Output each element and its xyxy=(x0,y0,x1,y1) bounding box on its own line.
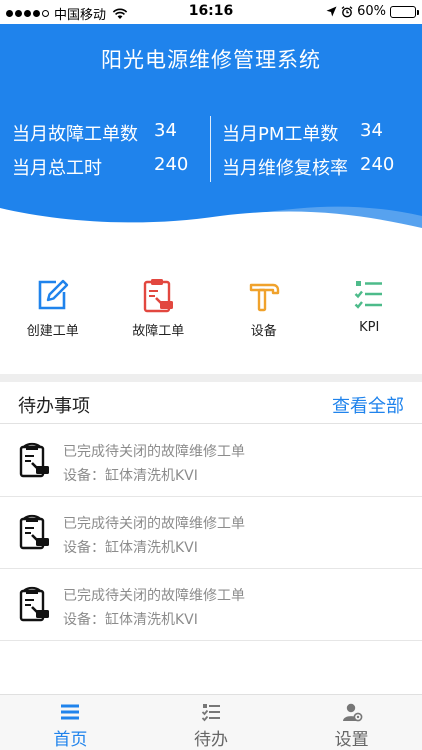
home-list-icon xyxy=(61,704,80,720)
app-title: 阳光电源维修管理系统 xyxy=(101,48,321,72)
status-bar: 中国移动 16:16 60% xyxy=(0,0,422,24)
tab-home[interactable]: 首页 xyxy=(0,695,141,750)
action-fault-orders[interactable]: 故障工单 xyxy=(106,276,212,360)
action-label: 设备 xyxy=(250,324,277,339)
stat-value: 240 xyxy=(154,154,189,175)
fault-order-icon xyxy=(19,586,49,622)
tab-label: 待办 xyxy=(194,730,228,750)
todo-item-title: 已完成待关闭的故障维修工单 xyxy=(63,516,245,532)
todo-item-title: 已完成待关闭的故障维修工单 xyxy=(63,444,245,460)
battery-percent: 60% xyxy=(357,4,386,19)
todo-list: 已完成待关闭的故障维修工单 设备：缸体清洗机KVI 已完成待关闭的故障维修工单 … xyxy=(0,425,422,641)
tab-label: 设置 xyxy=(334,730,369,750)
alarm-clock-icon xyxy=(341,5,353,17)
fault-order-icon xyxy=(19,514,49,550)
hammer-icon xyxy=(249,283,279,312)
fault-order-icon xyxy=(19,442,49,478)
tab-bar: 首页 待办 设置 xyxy=(0,694,422,750)
action-create-order[interactable]: 创建工单 xyxy=(0,276,106,360)
stat-monthly-review-rate: 当月维修复核率 240 xyxy=(222,154,394,180)
stat-value: 34 xyxy=(154,120,177,141)
quick-actions: 创建工单 故障工单 设备 KPI xyxy=(0,276,422,360)
stat-monthly-pm-orders: 当月PM工单数 34 xyxy=(222,120,383,146)
section-separator xyxy=(0,374,422,382)
action-equipment[interactable]: 设备 xyxy=(211,276,317,360)
status-right: 60% xyxy=(326,4,419,19)
settings-user-icon xyxy=(342,703,363,722)
stat-monthly-fault-orders: 当月故障工单数 34 xyxy=(12,120,177,146)
stat-label: 当月总工时 xyxy=(12,158,102,179)
todo-list-icon xyxy=(201,704,220,722)
tab-todo[interactable]: 待办 xyxy=(141,695,282,750)
header-banner: 阳光电源维修管理系统 当月故障工单数 34 当月总工时 240 当月PM工单数 … xyxy=(0,24,422,254)
view-all-link[interactable]: 查看全部 xyxy=(332,392,404,418)
stat-monthly-total-hours: 当月总工时 240 xyxy=(12,154,188,180)
todo-item[interactable]: 已完成待关闭的故障维修工单 设备：缸体清洗机KVI xyxy=(0,497,422,569)
stat-label: 当月PM工单数 xyxy=(222,124,339,145)
fault-order-icon xyxy=(144,279,174,313)
todo-item-equipment: 设备：缸体清洗机KVI xyxy=(63,540,198,556)
header-wave xyxy=(0,206,422,254)
action-label: 创建工单 xyxy=(26,324,79,339)
stat-value: 240 xyxy=(360,154,395,175)
stat-label: 当月维修复核率 xyxy=(222,158,348,179)
edit-icon xyxy=(38,279,68,310)
todo-item[interactable]: 已完成待关闭的故障维修工单 设备：缸体清洗机KVI xyxy=(0,569,422,641)
action-label: KPI xyxy=(359,320,380,335)
todo-item-equipment: 设备：缸体清洗机KVI xyxy=(63,468,198,484)
battery-icon xyxy=(390,5,419,18)
todo-item-title: 已完成待关闭的故障维修工单 xyxy=(63,588,245,604)
stat-label: 当月故障工单数 xyxy=(12,124,138,145)
action-label: 故障工单 xyxy=(132,324,185,339)
todo-title: 待办事项 xyxy=(18,396,90,417)
todo-header: 待办事项 查看全部 xyxy=(0,382,422,424)
tab-settings[interactable]: 设置 xyxy=(281,695,422,750)
stat-divider xyxy=(210,116,211,182)
tab-label: 首页 xyxy=(53,730,88,750)
action-kpi[interactable]: KPI xyxy=(317,276,422,360)
stat-value: 34 xyxy=(360,120,383,141)
location-arrow-icon xyxy=(326,6,337,17)
todo-item-equipment: 设备：缸体清洗机KVI xyxy=(63,612,198,628)
todo-item[interactable]: 已完成待关闭的故障维修工单 设备：缸体清洗机KVI xyxy=(0,425,422,497)
checklist-icon xyxy=(354,281,383,309)
